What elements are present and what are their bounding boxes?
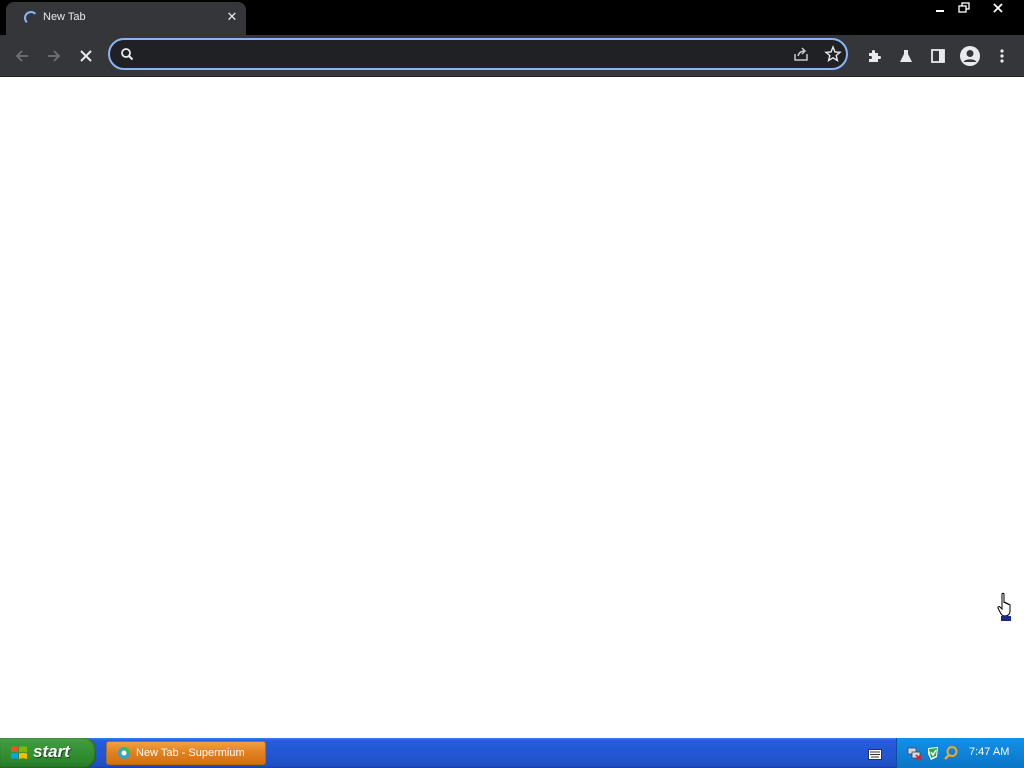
- close-window-button[interactable]: [986, 0, 1010, 18]
- share-icon[interactable]: [792, 45, 810, 68]
- tab-strip: New Tab ✕: [0, 0, 1024, 35]
- keyboard-icon[interactable]: [868, 747, 882, 765]
- system-tray: 7:47 AM: [896, 738, 1024, 768]
- browser-toolbar: [0, 35, 1024, 77]
- taskbar: start New Tab - Supermium 7:47 AM: [0, 738, 1024, 768]
- labs-button[interactable]: [893, 43, 919, 69]
- arrow-left-icon: [15, 50, 28, 62]
- profile-button[interactable]: [957, 43, 983, 69]
- address-input[interactable]: [142, 44, 786, 66]
- page-viewport[interactable]: [0, 77, 1024, 738]
- profile-avatar-icon: [960, 46, 980, 66]
- restore-button[interactable]: [952, 0, 976, 18]
- loading-spinner-icon: [24, 11, 38, 25]
- bookmark-star-icon[interactable]: [824, 45, 842, 68]
- windows-flag-icon: [10, 744, 28, 767]
- arrow-right-icon: [48, 50, 61, 62]
- minimize-button[interactable]: [928, 0, 952, 18]
- tab-close-icon[interactable]: ✕: [223, 9, 241, 27]
- taskbar-clock[interactable]: 7:47 AM: [969, 746, 1009, 758]
- menu-button[interactable]: [989, 43, 1015, 69]
- stop-loading-icon: [80, 50, 92, 62]
- taskbar-item-label: New Tab - Supermium: [136, 747, 245, 759]
- hand-cursor-icon: [996, 592, 1016, 627]
- desktop-screen: New Tab ✕ start New Tab - Supermium 7:47…: [0, 0, 1024, 768]
- start-label: start: [33, 742, 70, 761]
- restore-icon: [958, 2, 970, 13]
- back-button[interactable]: [9, 43, 35, 69]
- supermium-browser-icon: [117, 746, 131, 765]
- side-panel-button[interactable]: [925, 43, 951, 69]
- tab-title: New Tab: [43, 11, 86, 23]
- search-icon: [120, 47, 134, 66]
- labs-flask-icon: [900, 50, 912, 62]
- network-disconnected-icon[interactable]: [907, 745, 923, 766]
- close-icon: [993, 3, 1003, 13]
- stop-button[interactable]: [73, 43, 99, 69]
- tab-new-tab[interactable]: New Tab ✕: [6, 2, 246, 35]
- security-shield-icon[interactable]: [925, 745, 941, 766]
- extensions-button[interactable]: [861, 43, 887, 69]
- search-magnifier-icon[interactable]: [943, 745, 959, 766]
- address-bar[interactable]: [108, 38, 848, 70]
- extensions-icon: [869, 50, 881, 62]
- minimize-icon: [936, 10, 944, 12]
- start-button[interactable]: start: [0, 738, 96, 768]
- taskbar-item-browser[interactable]: New Tab - Supermium: [106, 741, 266, 765]
- menu-kebab-icon: [1000, 49, 1004, 63]
- forward-button[interactable]: [41, 43, 67, 69]
- side-panel-icon: [931, 49, 945, 63]
